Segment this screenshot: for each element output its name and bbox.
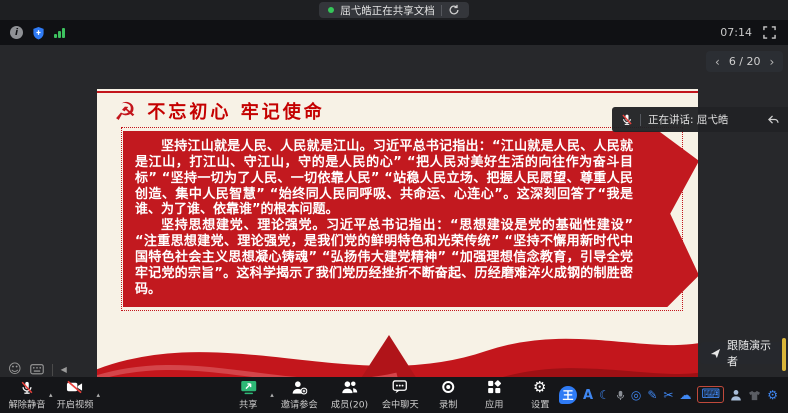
camera-off-icon [66,380,83,395]
next-page-icon[interactable]: › [770,55,775,69]
slide-red-banner: 坚持江山就是人民、人民就是江山。习近平总书记指出：“江山就是人民、人民就是江山，… [123,131,698,307]
invite-label: 邀请参会 [280,396,317,410]
record-button[interactable]: 录制 [425,380,471,411]
follow-presenter-button[interactable]: 跟随演示者 [700,342,788,364]
keyboard-icon: ⌨ [701,388,720,401]
handwriting-pen-icon[interactable]: ✎ [647,389,657,401]
apps-button[interactable]: 应用 [471,380,517,411]
unmute-button[interactable]: 解除静音 [4,380,50,411]
slide-paragraph-1: 坚持江山就是人民、人民就是江山。习近平总书记指出：“江山就是人民、人民就是江山，… [135,139,633,218]
emoji-smiley-icon[interactable]: ☺ [8,363,22,376]
sharing-status-text: 屈弋皓正在共享文档 [340,3,435,18]
sharing-status-pill: 屈弋皓正在共享文档 [319,2,469,18]
slide-title: 不忘初心 牢记使命 [147,98,324,124]
pill-divider [441,5,442,16]
invite-person-icon [291,380,307,395]
shared-slide: ☭ 不忘初心 牢记使命 坚持江山就是人民、人民就是江山。习近平总书记指出：“江山… [97,89,698,413]
mic-muted-icon [621,113,633,126]
prev-page-icon[interactable]: ‹ [715,55,720,69]
mic-muted-icon [20,380,34,395]
collapse-strip-icon[interactable]: ◀ [61,365,67,374]
meeting-statusbar: i 07:14 [0,20,788,45]
share-label: 共享 [239,396,257,410]
meeting-toolbar: 解除静音 ▴ 开启视频 ▴ 共享 [0,377,788,413]
members-icon [341,380,358,395]
skin-shirt-icon[interactable] [748,390,761,401]
slide-page-navigator: ‹ 6 / 20 › [706,51,783,72]
apps-grid-icon [487,380,501,395]
video-options-caret-icon[interactable]: ▴ [97,391,101,399]
ime-logo-icon[interactable]: 王 [559,386,577,404]
record-label: 录制 [439,396,457,410]
fullscreen-icon[interactable] [763,26,776,39]
caption-icon[interactable] [30,364,44,375]
apps-label: 应用 [485,396,503,410]
share-button[interactable]: 共享 [225,380,271,411]
settings-label: 设置 [531,396,549,410]
security-shield-icon[interactable] [32,26,45,40]
ime-settings-gear-icon[interactable]: ⚙ [767,389,778,401]
sharing-active-dot [328,7,334,13]
badge-divider [640,114,641,126]
user-profile-icon[interactable] [730,389,742,401]
chat-button[interactable]: 会中聊天 [375,380,425,411]
dark-mode-moon-icon[interactable]: ☾ [599,389,610,401]
collapse-badge-icon[interactable] [767,115,779,125]
voice-input-icon[interactable] [616,390,625,401]
emoji-picker-icon[interactable]: ◎ [631,389,641,401]
ime-language-icon[interactable]: A [583,389,593,402]
slide-paragraph-2: 坚持思想建党、理论强党。习近平总书记指出：“思想建设是党的基础性建设” “注重思… [135,218,633,297]
members-label: 成员(20) [331,396,368,410]
info-icon[interactable]: i [10,26,23,39]
start-video-label: 开启视频 [56,396,93,410]
scroll-indicator[interactable] [782,338,786,371]
chat-icon [392,380,407,395]
start-video-button[interactable]: 开启视频 [52,380,98,411]
active-speaker-badge: 正在讲话: 屈弋皓 [612,107,788,132]
cloud-icon[interactable]: ☁ [679,389,691,401]
record-icon [442,380,454,395]
page-indicator: 6 / 20 [729,55,761,68]
active-speaker-label: 正在讲话: 屈弋皓 [648,112,728,127]
pointer-icon [710,348,721,359]
ime-tray: 王 A ☾ ◎ ✎ ✂ ☁ ⌨ ⚙ [559,377,778,413]
virtual-keyboard-highlight[interactable]: ⌨ [697,386,724,403]
members-button[interactable]: 成员(20) [325,380,375,411]
network-signal-icon[interactable] [54,27,65,38]
slide-top-rule [97,91,698,93]
settings-button[interactable]: ⚙ 设置 [517,380,563,411]
gear-icon: ⚙ [533,380,546,395]
screen-share-icon [240,380,257,395]
meeting-timer: 07:14 [720,26,752,39]
invite-button[interactable]: 邀请参会 [273,380,325,411]
switch-share-icon[interactable] [448,4,460,16]
unmute-label: 解除静音 [9,396,46,410]
chat-label: 会中聊天 [381,396,418,410]
window-titlebar: 屈弋皓正在共享文档 [0,0,788,20]
scissors-icon[interactable]: ✂ [663,389,673,401]
follow-presenter-label: 跟随演示者 [727,337,778,369]
quick-reaction-strip: ☺ ◀ [8,363,67,376]
party-emblem-icon: ☭ [114,99,136,124]
mini-divider [52,364,53,376]
shared-screen-stage: ☭ 不忘初心 牢记使命 坚持江山就是人民、人民就是江山。习近平总书记指出：“江山… [0,45,788,377]
